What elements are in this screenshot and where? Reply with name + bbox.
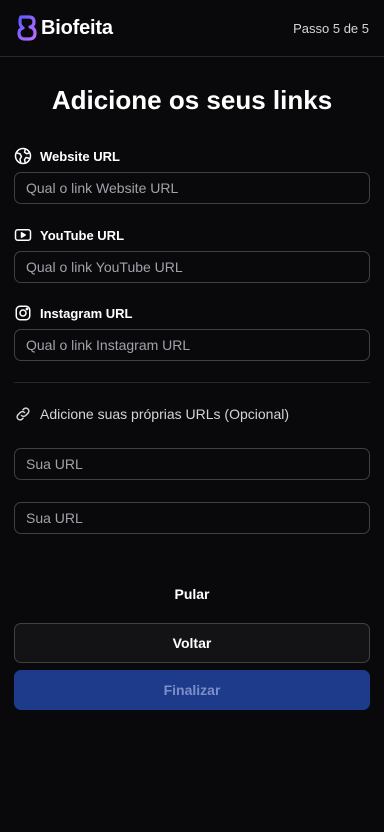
instagram-label-text: Instagram URL xyxy=(40,305,133,321)
instagram-label: Instagram URL xyxy=(14,304,132,322)
custom-urls-label-text: Adicione suas próprias URLs (Opcional) xyxy=(40,406,289,422)
instagram-url-input[interactable] xyxy=(14,329,370,361)
link-icon xyxy=(16,407,30,421)
custom-url-input-2[interactable] xyxy=(14,502,370,534)
globe-icon xyxy=(14,147,32,165)
custom-urls-label: Adicione suas próprias URLs (Opcional) xyxy=(14,405,289,423)
website-url-input[interactable] xyxy=(14,172,370,204)
website-label: Website URL xyxy=(14,147,120,165)
brand-logo[interactable]: Biofeita xyxy=(16,15,113,41)
finish-button[interactable]: Finalizar xyxy=(14,670,370,710)
brand-name: Biofeita xyxy=(41,16,113,39)
youtube-label-text: YouTube URL xyxy=(40,227,125,243)
youtube-url-input[interactable] xyxy=(14,251,370,283)
website-label-text: Website URL xyxy=(40,148,120,164)
custom-url-input-1[interactable] xyxy=(14,448,370,480)
logo-icon xyxy=(17,15,37,41)
section-divider xyxy=(14,382,370,383)
top-bar: Biofeita Passo 5 de 5 xyxy=(0,0,384,57)
step-indicator: Passo 5 de 5 xyxy=(293,21,369,36)
skip-button[interactable]: Pular xyxy=(0,586,384,602)
back-button[interactable]: Voltar xyxy=(14,623,370,663)
instagram-icon xyxy=(15,305,31,321)
youtube-icon xyxy=(14,229,32,241)
page-title: Adicione os seus links xyxy=(51,85,333,115)
youtube-label: YouTube URL xyxy=(14,226,124,244)
